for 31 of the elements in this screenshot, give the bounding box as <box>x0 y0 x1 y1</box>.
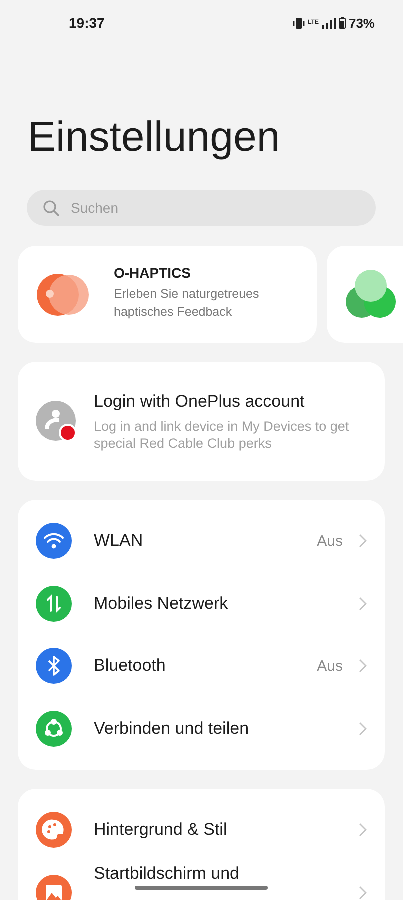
haptics-icon <box>36 272 90 316</box>
setting-value: Aus <box>317 532 343 550</box>
feature-title: O-HAPTICS <box>114 264 192 280</box>
chevron-icon <box>359 722 367 736</box>
feature-card[interactable]: O-HAPTICS Erleben Sie naturgetreues haptisches Feedback <box>18 246 317 343</box>
setting-label[interactable]: Hintergrund & Stil <box>94 820 337 840</box>
setting-label[interactable]: Verbinden und teilen <box>94 718 337 739</box>
chevron-icon <box>359 659 367 674</box>
chevron-icon <box>359 823 367 838</box>
chevron-icon <box>359 886 367 900</box>
battery-icon <box>338 17 346 29</box>
chevron-icon <box>359 596 367 611</box>
setting-label[interactable]: WLAN <box>94 531 296 552</box>
signal-icon <box>322 18 336 28</box>
account-card[interactable]: Login with OnePlus account Log in and link device in My Devices to get special Red Cable Club perks <box>18 362 385 481</box>
battery-level: 73% <box>348 16 375 30</box>
feature-description: Erleben Sie naturgetreues haptisches Feedback <box>114 286 260 320</box>
setting-value: Aus <box>317 658 343 675</box>
setting-label[interactable]: Bluetooth <box>94 656 296 676</box>
setting-label[interactable]: Startbildschirm und <box>94 862 337 884</box>
user-avatar-icon <box>36 400 78 442</box>
setting-label[interactable]: Mobiles Netzwerk <box>94 594 337 614</box>
status-time: 19:37 <box>69 15 105 31</box>
account-description: Log in and link device in My Devices to get special Red Cable Club perks <box>94 418 350 452</box>
circles-icon <box>345 268 397 320</box>
search-field[interactable]: Suchen <box>27 190 376 226</box>
account-title: Login with OnePlus account <box>94 392 306 412</box>
page-title: Einstellungen <box>28 112 282 162</box>
feature-card[interactable] <box>327 246 403 343</box>
vibrate-icon <box>293 18 306 28</box>
chevron-icon <box>359 534 367 548</box>
